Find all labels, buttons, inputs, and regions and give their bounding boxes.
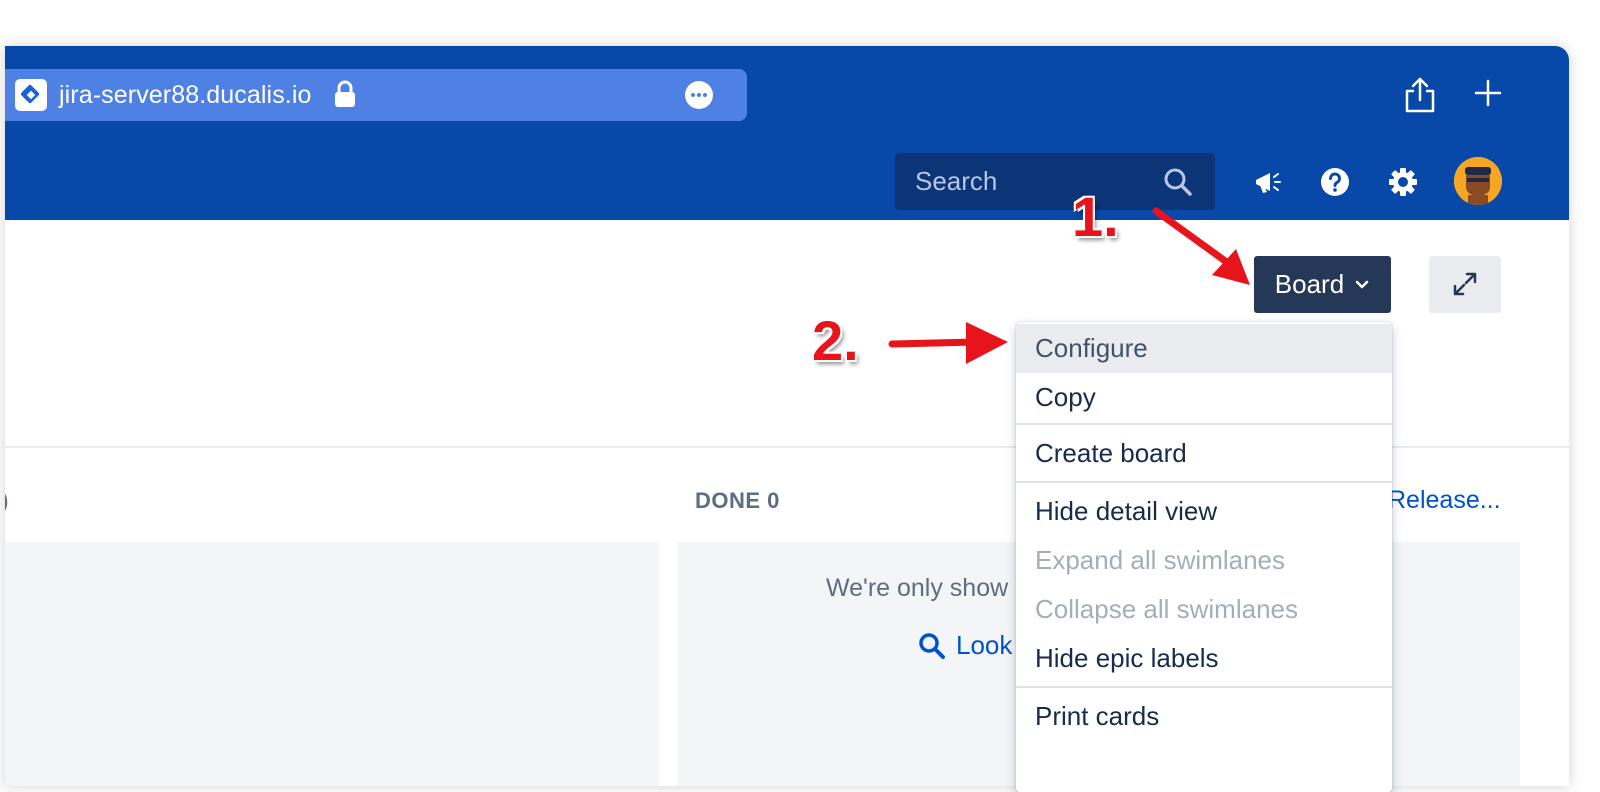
menu-divider (1016, 686, 1392, 688)
look-link-label: Look (956, 630, 1013, 660)
look-link[interactable]: Look (918, 630, 1012, 661)
browser-toolbar: jira-server88.ducalis.io (5, 46, 1569, 220)
menu-item-expand-all-swimlanes: Expand all swimlanes (1035, 545, 1286, 575)
menu-item-collapse-all-swimlanes: Collapse all swimlanes (1035, 594, 1298, 624)
menu-item-copy[interactable]: Copy (1016, 373, 1392, 422)
column-header-left: ) (5, 488, 8, 514)
fullscreen-button[interactable] (1429, 256, 1501, 313)
avatar[interactable] (1454, 157, 1502, 205)
address-bar[interactable]: jira-server88.ducalis.io (5, 69, 747, 121)
search-icon[interactable] (1163, 167, 1193, 197)
board-button[interactable]: Board (1254, 256, 1391, 313)
jira-favicon-icon (15, 79, 47, 111)
menu-divider (1016, 481, 1392, 483)
empty-message: We're only show (826, 574, 1009, 602)
search-box[interactable] (895, 153, 1215, 210)
megaphone-icon[interactable] (1252, 166, 1284, 198)
column-left (5, 542, 659, 786)
help-icon[interactable] (1319, 166, 1351, 198)
menu-item-create-board[interactable]: Create board (1016, 429, 1392, 478)
search-icon (919, 632, 945, 659)
avatar-face-icon (1454, 157, 1502, 205)
release-link[interactable]: Release... (1388, 486, 1501, 515)
url-text: jira-server88.ducalis.io (59, 81, 312, 109)
expand-icon (1453, 272, 1477, 296)
annotation-step-1: 1. (1072, 185, 1119, 248)
menu-divider (1016, 423, 1392, 425)
menu-item-hide-detail-view[interactable]: Hide detail view (1016, 487, 1392, 536)
lock-icon (335, 80, 355, 107)
board-button-label: Board (1274, 269, 1345, 299)
more-icon[interactable] (685, 81, 713, 109)
menu-item-configure[interactable]: Configure (1016, 324, 1392, 373)
menu-item-hide-epic-labels[interactable]: Hide epic labels (1016, 634, 1392, 683)
column-header-done: DONE 0 (695, 488, 780, 513)
board-dropdown-menu: Configure Copy Create board Hide detail … (1016, 322, 1392, 792)
plus-icon[interactable] (1473, 78, 1503, 108)
share-icon[interactable] (1403, 76, 1437, 114)
chevron-down-icon (1355, 280, 1369, 288)
menu-item-print-cards[interactable]: Print cards (1016, 692, 1392, 741)
settings-icon[interactable] (1387, 166, 1419, 198)
annotation-step-2: 2. (812, 309, 859, 372)
annotation-arrow-1-icon (1152, 207, 1250, 285)
annotation-arrow-2-icon (888, 322, 1008, 364)
